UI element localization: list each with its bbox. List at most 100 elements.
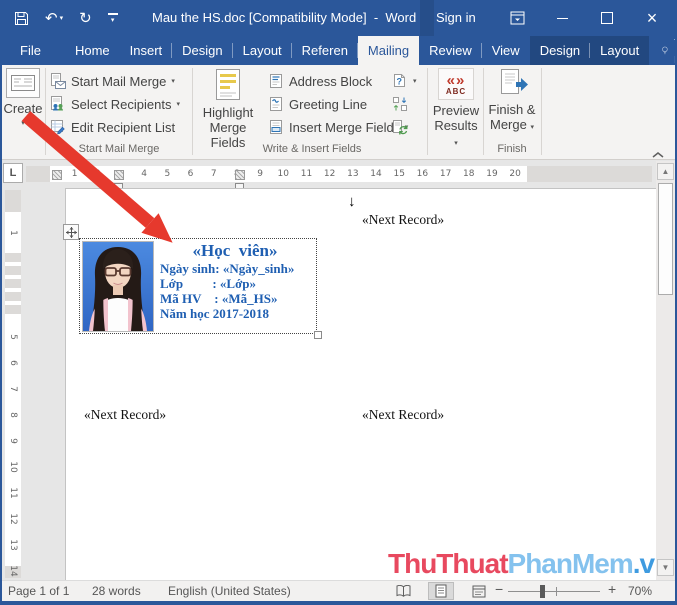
quick-access-toolbar: ↶▾ ↻ ▾: [14, 0, 118, 36]
tab-layout-contextual[interactable]: Layout: [590, 36, 649, 65]
card-line-id: Mã HV : «Mã_HS»: [160, 291, 277, 307]
watermark-part-blue: PhanMem: [508, 548, 633, 579]
insert-merge-field-button[interactable]: Insert Merge Field ▾: [268, 116, 408, 138]
customize-qat-icon[interactable]: ▾: [108, 13, 118, 24]
vertical-ruler[interactable]: 1567891011121314: [5, 190, 21, 578]
web-layout-icon: [472, 585, 486, 598]
close-icon: ×: [647, 8, 658, 29]
greeting-line-icon: [268, 96, 284, 112]
match-fields-icon: [392, 96, 408, 112]
preview-results-label-1: Preview: [433, 103, 479, 118]
preview-results-icon: «»ABC: [438, 68, 474, 100]
tab-file[interactable]: File: [10, 36, 51, 65]
ruler-number: 14: [364, 166, 387, 182]
preview-results-button[interactable]: «»ABC Preview Results ▾: [431, 68, 481, 151]
redo-icon[interactable]: ↻: [79, 11, 92, 26]
horizontal-ruler[interactable]: 124567891011121314151617181920: [26, 166, 652, 182]
zoom-in-icon[interactable]: +: [608, 579, 616, 599]
update-labels-button[interactable]: [392, 116, 408, 138]
ruler-number: 8: [0, 407, 26, 423]
maximize-icon: [601, 12, 613, 24]
tab-home[interactable]: Home: [65, 36, 120, 65]
finish-merge-label-1: Finish &: [489, 102, 536, 117]
card-line-birth: Ngày sinh: «Ngày_sinh»: [160, 261, 294, 277]
vertical-ruler-numbers: 1567891011121314: [5, 220, 21, 584]
read-mode-button[interactable]: [390, 582, 416, 600]
tab-layout[interactable]: Layout: [233, 36, 292, 65]
start-mail-merge-button[interactable]: Start Mail Merge ▾: [50, 70, 175, 92]
watermark: ThuThuatPhanMem.vn: [388, 548, 670, 580]
next-record-field-left: «Next Record»: [84, 407, 166, 423]
vertical-scrollbar[interactable]: ▲ ▼: [656, 161, 675, 580]
group-divider: [483, 68, 484, 155]
tab-references[interactable]: Referen: [292, 36, 358, 65]
tell-me-button[interactable]: Tell me: [649, 36, 677, 65]
page-indicator[interactable]: Page 1 of 1: [8, 581, 69, 601]
greeting-line-button[interactable]: Greeting Line: [268, 93, 367, 115]
preview-results-caret-icon: ▾: [454, 140, 458, 147]
zoom-level[interactable]: 70%: [628, 581, 652, 601]
table-column-marker-icon[interactable]: [52, 170, 62, 180]
address-block-button[interactable]: Address Block: [268, 70, 372, 92]
tab-insert[interactable]: Insert: [120, 36, 173, 65]
scrollbar-thumb[interactable]: [658, 183, 673, 295]
ruler-number: 1: [0, 225, 26, 241]
address-block-label: Address Block: [289, 74, 372, 89]
address-block-icon: [268, 73, 284, 89]
highlight-merge-fields-button[interactable]: Highlight Merge Fields: [196, 68, 260, 150]
undo-icon[interactable]: ↶▾: [45, 11, 63, 26]
table-column-marker-icon[interactable]: [235, 170, 245, 180]
ruler-number: 13: [341, 166, 364, 182]
tab-review[interactable]: Review: [419, 36, 482, 65]
zoom-slider-track[interactable]: [508, 591, 600, 592]
ribbon-display-options-icon[interactable]: [500, 0, 534, 36]
tab-design-contextual[interactable]: Design: [530, 36, 590, 65]
rules-caret-icon: ▾: [413, 77, 417, 85]
card-line-class: Lớp : «Lớp»: [160, 276, 256, 292]
sign-in-link[interactable]: Sign in: [436, 0, 476, 36]
select-recipients-caret-icon: ▾: [176, 100, 180, 108]
close-button[interactable]: ×: [635, 0, 669, 36]
tab-view[interactable]: View: [482, 36, 530, 65]
select-recipients-icon: [50, 96, 66, 112]
undo-caret-icon[interactable]: ▾: [60, 15, 64, 22]
ruler-number: [0, 277, 26, 293]
ruler-number: 7: [202, 166, 225, 182]
create-label: Create: [3, 101, 42, 116]
lightbulb-icon: [661, 43, 669, 58]
print-layout-icon: [435, 584, 447, 598]
ruler-number: 10: [0, 459, 26, 475]
tab-mailing[interactable]: Mailing: [358, 36, 419, 65]
print-layout-button[interactable]: [428, 582, 454, 600]
ruler-number: 6: [0, 355, 26, 371]
select-recipients-button[interactable]: Select Recipients ▾: [50, 93, 180, 115]
language-indicator[interactable]: English (United States): [168, 581, 291, 601]
table-resize-handle[interactable]: [314, 331, 322, 339]
envelope-icon: [6, 68, 40, 98]
web-layout-button[interactable]: [466, 582, 492, 600]
read-mode-icon: [396, 585, 411, 597]
tab-selector[interactable]: L: [3, 163, 23, 183]
edit-recipient-list-button[interactable]: Edit Recipient List: [50, 116, 175, 138]
start-mail-merge-icon: [50, 73, 66, 89]
ruler-number: 5: [0, 329, 26, 345]
table-move-handle-icon[interactable]: [63, 224, 79, 240]
zoom-slider-center-tick: [556, 587, 557, 596]
scroll-down-icon[interactable]: ▼: [657, 559, 674, 576]
student-photo[interactable]: [82, 241, 154, 332]
scroll-up-icon[interactable]: ▲: [657, 163, 674, 180]
zoom-out-icon[interactable]: −: [495, 579, 503, 599]
minimize-button[interactable]: [545, 0, 579, 36]
next-record-field-right: «Next Record»: [362, 407, 444, 423]
create-button[interactable]: Create ▾: [2, 68, 44, 131]
finish-merge-button[interactable]: Finish & Merge ▾: [487, 68, 537, 135]
rules-button[interactable]: ? ▾: [392, 70, 417, 92]
word-count[interactable]: 28 words: [92, 581, 141, 601]
zoom-slider-thumb[interactable]: [540, 585, 545, 598]
maximize-button[interactable]: [590, 0, 624, 36]
match-fields-button[interactable]: [392, 93, 408, 115]
save-icon[interactable]: [14, 11, 29, 26]
tab-design[interactable]: Design: [172, 36, 232, 65]
table-column-marker-icon[interactable]: [114, 170, 124, 180]
start-mail-merge-label: Start Mail Merge: [71, 74, 166, 89]
